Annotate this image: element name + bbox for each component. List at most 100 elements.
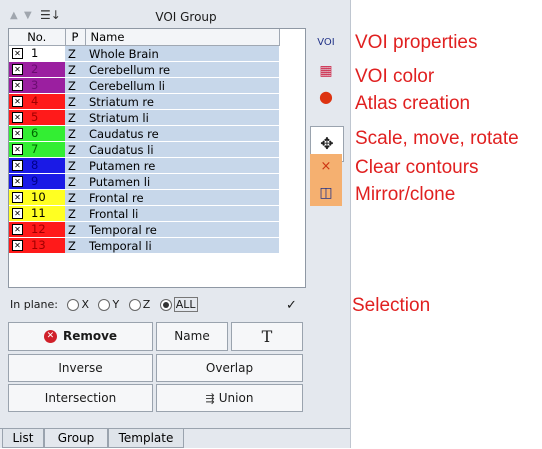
callout-selection: Selection: [352, 295, 431, 316]
union-icon: ⇶: [205, 392, 215, 405]
callout-voi-color: VOI color: [355, 66, 435, 87]
row-color-cell[interactable]: ✕ 8: [9, 157, 65, 174]
row-name: Caudatus re: [85, 125, 279, 142]
row-number: 2: [31, 62, 39, 76]
row-name: Putamen li: [85, 173, 279, 190]
row-plane: Z: [65, 109, 85, 126]
row-checkbox[interactable]: ✕: [12, 96, 23, 107]
row-name: Whole Brain: [85, 45, 279, 62]
row-checkbox[interactable]: ✕: [12, 208, 23, 219]
row-checkbox[interactable]: ✕: [12, 192, 23, 203]
row-checkbox[interactable]: ✕: [12, 160, 23, 171]
table-row[interactable]: ✕ 13 Z Temporal li: [9, 237, 279, 254]
row-plane: Z: [65, 221, 85, 238]
radio-z[interactable]: [128, 299, 141, 311]
sort-icon[interactable]: ☰↓: [40, 8, 61, 22]
intersection-button[interactable]: Intersection: [8, 384, 153, 412]
voi-properties-icon[interactable]: VOI: [310, 30, 342, 56]
table-row[interactable]: ✕ 2 Z Cerebellum re: [9, 61, 279, 78]
voi-color-icon[interactable]: ▦: [310, 58, 342, 84]
union-button-label: Union: [218, 391, 254, 405]
row-color-cell[interactable]: ✕ 5: [9, 109, 65, 126]
row-plane: Z: [65, 237, 85, 254]
row-name: Frontal re: [85, 189, 279, 206]
row-checkbox[interactable]: ✕: [12, 112, 23, 123]
table-row[interactable]: ✕ 5 Z Striatum li: [9, 109, 279, 126]
table-row[interactable]: ✕ 10 Z Frontal re: [9, 189, 279, 206]
voi-group-panel: ▲ ▼ ☰↓ VOI Group No. P Name ✕ 1 Z Whole Bra…: [0, 0, 351, 448]
row-color-cell[interactable]: ✕ 3: [9, 77, 65, 94]
row-checkbox[interactable]: ✕: [12, 176, 23, 187]
row-color-cell[interactable]: ✕ 11: [9, 205, 65, 222]
table-row[interactable]: ✕ 7 Z Caudatus li: [9, 141, 279, 158]
tab-list[interactable]: List: [2, 429, 44, 448]
radio-all-label: ALL: [173, 297, 198, 312]
row-name: Cerebellum re: [85, 61, 279, 78]
row-color-cell[interactable]: ✕ 1: [9, 45, 65, 62]
row-name: Putamen re: [85, 157, 279, 174]
row-plane: Z: [65, 205, 85, 222]
row-checkbox[interactable]: ✕: [12, 80, 23, 91]
row-plane: Z: [65, 93, 85, 110]
tab-group[interactable]: Group: [44, 429, 108, 448]
tab-bar: List Group Template: [0, 428, 350, 449]
radio-x[interactable]: [67, 299, 80, 311]
row-color-cell[interactable]: ✕ 10: [9, 189, 65, 206]
table-header: No. P Name: [9, 29, 280, 46]
column-name[interactable]: Name: [85, 29, 280, 46]
inverse-button[interactable]: Inverse: [8, 354, 153, 382]
row-checkbox[interactable]: ✕: [12, 224, 23, 235]
radio-z-label: Z: [142, 298, 151, 311]
column-no[interactable]: No.: [9, 29, 66, 46]
table-row[interactable]: ✕ 12 Z Temporal re: [9, 221, 279, 238]
table-row[interactable]: ✕ 1 Z Whole Brain: [9, 45, 279, 62]
row-color-cell[interactable]: ✕ 9: [9, 173, 65, 190]
table-row[interactable]: ✕ 6 Z Caudatus re: [9, 125, 279, 142]
row-number: 11: [31, 206, 46, 220]
radio-y[interactable]: [98, 299, 111, 311]
row-number: 13: [31, 238, 46, 252]
column-plane[interactable]: P: [65, 29, 86, 46]
move-up-icon[interactable]: ▲: [10, 10, 18, 21]
radio-all[interactable]: [159, 299, 172, 311]
overlap-button[interactable]: Overlap: [156, 354, 303, 382]
table-row[interactable]: ✕ 4 Z Striatum re: [9, 93, 279, 110]
row-checkbox[interactable]: ✕: [12, 240, 23, 251]
move-down-icon[interactable]: ▼: [24, 10, 32, 21]
clear-contours-icon[interactable]: ×: [310, 154, 342, 180]
table-row[interactable]: ✕ 3 Z Cerebellum li: [9, 77, 279, 94]
table-row[interactable]: ✕ 8 Z Putamen re: [9, 157, 279, 174]
table-row[interactable]: ✕ 9 Z Putamen li: [9, 173, 279, 190]
row-checkbox[interactable]: ✕: [12, 48, 23, 59]
voi-table[interactable]: No. P Name ✕ 1 Z Whole Brain ✕ 2 Z Cerebellum r…: [8, 28, 306, 288]
row-color-cell[interactable]: ✕ 4: [9, 93, 65, 110]
row-color-cell[interactable]: ✕ 2: [9, 61, 65, 78]
selection-check-icon[interactable]: ✓: [286, 298, 297, 313]
table-row[interactable]: ✕ 11 Z Frontal li: [9, 205, 279, 222]
row-checkbox[interactable]: ✕: [12, 144, 23, 155]
row-plane: Z: [65, 157, 85, 174]
text-button[interactable]: T: [231, 322, 303, 351]
atlas-creation-icon[interactable]: ●: [310, 84, 342, 110]
row-color-cell[interactable]: ✕ 6: [9, 125, 65, 142]
mirror-clone-icon[interactable]: ◫: [310, 180, 342, 206]
remove-button[interactable]: ✕ Remove: [8, 322, 153, 351]
callout-atlas-creation: Atlas creation: [355, 93, 471, 114]
row-number: 5: [31, 110, 39, 124]
row-color-cell[interactable]: ✕ 12: [9, 221, 65, 238]
union-button[interactable]: ⇶ Union: [156, 384, 303, 412]
row-plane: Z: [65, 77, 85, 94]
row-color-cell[interactable]: ✕ 13: [9, 237, 65, 254]
row-number: 1: [31, 46, 39, 60]
row-name: Temporal re: [85, 221, 279, 238]
row-color-cell[interactable]: ✕ 7: [9, 141, 65, 158]
row-plane: Z: [65, 61, 85, 78]
callout-voi-properties: VOI properties: [355, 32, 478, 53]
row-number: 6: [31, 126, 39, 140]
row-checkbox[interactable]: ✕: [12, 64, 23, 75]
radio-x-label: X: [81, 298, 89, 311]
row-checkbox[interactable]: ✕: [12, 128, 23, 139]
tab-template[interactable]: Template: [108, 429, 184, 448]
in-plane-selector: In plane: X Y Z ALL ✓: [10, 297, 310, 316]
name-button[interactable]: Name: [156, 322, 228, 351]
